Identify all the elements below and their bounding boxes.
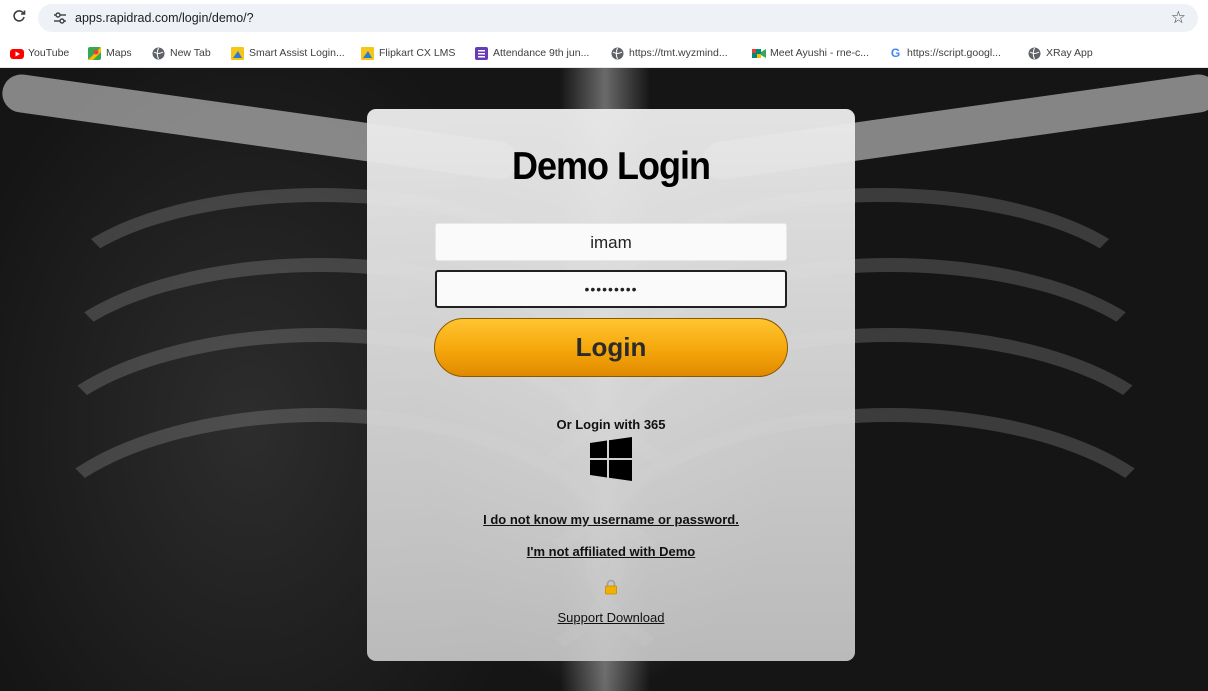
meet-icon [752,47,766,60]
bookmark-xray-app[interactable]: XRay App [1028,45,1093,61]
windows-icon[interactable] [588,436,634,482]
bookmark-script-google[interactable]: G https://script.googl... [889,45,1001,61]
youtube-icon [10,47,24,60]
globe-icon [1028,47,1041,60]
bookmark-youtube[interactable]: YouTube [10,45,69,61]
globe-icon [152,47,165,60]
google-icon: G [890,45,901,60]
bookmark-maps[interactable]: Maps [88,45,132,61]
bookmarks-bar: YouTube Maps New Tab Smart Assist Login.… [0,36,1208,68]
forms-icon [475,46,488,60]
login-card: Demo Login imam ••••••••• Login Or Login… [367,109,855,661]
maps-icon [88,46,101,60]
bookmark-new-tab[interactable]: New Tab [152,45,211,61]
address-bar[interactable]: apps.rapidrad.com/login/demo/? ☆ [38,4,1198,32]
bookmark-tmt[interactable]: https://tmt.wyzmind... [611,45,728,61]
flipkart-icon [361,46,374,60]
smart-assist-icon [231,46,244,60]
bookmark-meet[interactable]: Meet Ayushi - rne-c... [752,45,869,61]
url-text[interactable]: apps.rapidrad.com/login/demo/? [75,10,254,26]
lock-icon [603,579,619,595]
site-info-icon[interactable] [52,10,68,26]
password-field[interactable]: ••••••••• [435,270,787,308]
reload-icon[interactable] [10,9,28,27]
globe-icon [611,47,624,60]
support-download-link[interactable]: Support Download [367,610,855,625]
login-button[interactable]: Login [434,318,788,377]
bookmark-flipkart[interactable]: Flipkart CX LMS [361,45,455,61]
forgot-credentials-link[interactable]: I do not know my username or password. [367,512,855,527]
bookmark-attendance[interactable]: Attendance 9th jun... [475,45,589,61]
bookmark-smart-assist[interactable]: Smart Assist Login... [231,45,345,61]
username-field[interactable]: imam [435,223,787,261]
not-affiliated-link[interactable]: I'm not affiliated with Demo [367,544,855,559]
login-page: Demo Login imam ••••••••• Login Or Login… [0,68,1208,691]
login-365-label: Or Login with 365 [556,417,666,432]
page-title: Demo Login [512,143,711,188]
browser-toolbar: apps.rapidrad.com/login/demo/? ☆ [0,0,1208,36]
bookmark-star-icon[interactable]: ☆ [1171,7,1186,29]
